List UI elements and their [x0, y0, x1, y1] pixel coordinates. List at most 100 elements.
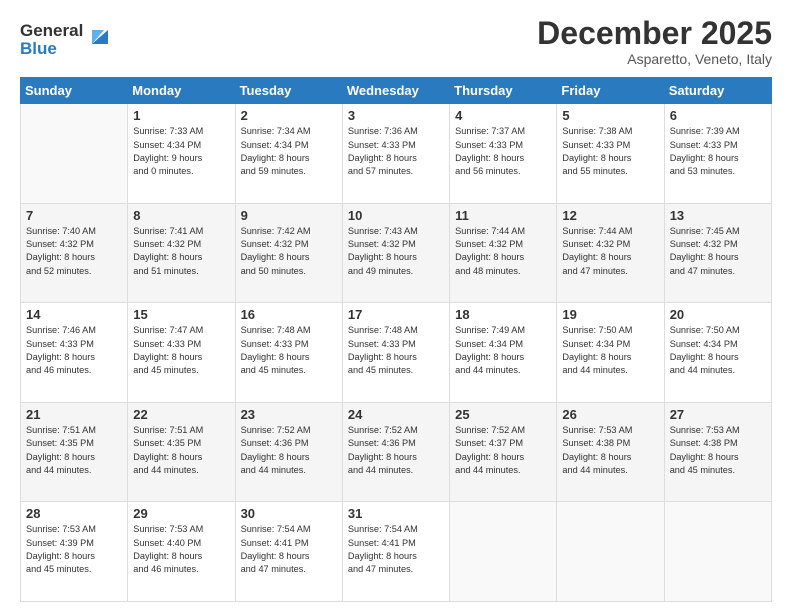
calendar-table: SundayMondayTuesdayWednesdayThursdayFrid… [20, 77, 772, 602]
day-info: Sunrise: 7:36 AMSunset: 4:33 PMDaylight:… [348, 125, 444, 178]
calendar-cell: 25 Sunrise: 7:52 AMSunset: 4:37 PMDayligh… [450, 402, 557, 502]
calendar-cell: 24Sunrise: 7:52 AMSunset: 4:36 PMDayligh… [342, 402, 449, 502]
day-info: Sunrise: 7:53 AMSunset: 4:38 PMDaylight:… [670, 424, 766, 477]
day-number: 27 [670, 407, 766, 422]
day-info: Sunrise: 7:40 AMSunset: 4:32 PMDaylight:… [26, 225, 122, 278]
calendar-cell: 31Sunrise: 7:54 AMSunset: 4:41 PMDayligh… [342, 502, 449, 602]
logo: General Blue [20, 16, 110, 65]
day-number: 29 [133, 506, 229, 521]
day-number: 20 [670, 307, 766, 322]
day-number: 16 [241, 307, 337, 322]
calendar-cell: 3Sunrise: 7:36 AMSunset: 4:33 PMDaylight… [342, 104, 449, 204]
day-info: Sunrise: 7:42 AMSunset: 4:32 PMDaylight:… [241, 225, 337, 278]
svg-text:General: General [20, 21, 83, 40]
day-number: 26 [562, 407, 658, 422]
day-info: Sunrise: 7:34 AMSunset: 4:34 PMDaylight:… [241, 125, 337, 178]
day-info: Sunrise: 7:41 AMSunset: 4:32 PMDaylight:… [133, 225, 229, 278]
weekday-header-tuesday: Tuesday [235, 78, 342, 104]
calendar-cell: 10Sunrise: 7:43 AMSunset: 4:32 PMDayligh… [342, 203, 449, 303]
day-info: Sunrise: 7:39 AMSunset: 4:33 PMDaylight:… [670, 125, 766, 178]
day-info: Sunrise: 7:44 AMSunset: 4:32 PMDaylight:… [562, 225, 658, 278]
calendar-week-4: 21 Sunrise: 7:51 AMSunset: 4:35 PMDayligh… [21, 402, 772, 502]
calendar-cell: 15 Sunrise: 7:47 AMSunset: 4:33 PMDayligh… [128, 303, 235, 403]
day-info: Sunrise: 7:54 AMSunset: 4:41 PMDaylight:… [241, 523, 337, 576]
title-block: December 2025 Asparetto, Veneto, Italy [537, 16, 772, 67]
month-title: December 2025 [537, 16, 772, 51]
location-subtitle: Asparetto, Veneto, Italy [537, 51, 772, 67]
day-number: 4 [455, 108, 551, 123]
day-number: 6 [670, 108, 766, 123]
day-info: Sunrise: 7:50 AMSunset: 4:34 PMDaylight:… [562, 324, 658, 377]
day-info: Sunrise: 7:51 AMSunset: 4:35 PMDaylight:… [26, 424, 122, 477]
day-number: 23 [241, 407, 337, 422]
calendar-cell: 20Sunrise: 7:50 AMSunset: 4:34 PMDayligh… [664, 303, 771, 403]
day-number: 7 [26, 208, 122, 223]
day-number: 2 [241, 108, 337, 123]
page: General Blue December 2025 Asparetto, Ve… [0, 0, 792, 612]
calendar-cell: 14Sunrise: 7:46 AMSunset: 4:33 PMDayligh… [21, 303, 128, 403]
calendar-cell: 2 Sunrise: 7:34 AMSunset: 4:34 PMDaylight… [235, 104, 342, 204]
calendar-week-1: 1 Sunrise: 7:33 AMSunset: 4:34 PMDaylight… [21, 104, 772, 204]
day-info: Sunrise: 7:53 AMSunset: 4:38 PMDaylight:… [562, 424, 658, 477]
svg-text:Blue: Blue [20, 39, 57, 58]
day-number: 5 [562, 108, 658, 123]
calendar-cell: 1 Sunrise: 7:33 AMSunset: 4:34 PMDaylight… [128, 104, 235, 204]
day-info: Sunrise: 7:52 AMSunset: 4:36 PMDaylight:… [241, 424, 337, 477]
calendar-cell: 16 Sunrise: 7:48 AMSunset: 4:33 PMDayligh… [235, 303, 342, 403]
weekday-header-row: SundayMondayTuesdayWednesdayThursdayFrid… [21, 78, 772, 104]
calendar-cell: 12 Sunrise: 7:44 AMSunset: 4:32 PMDayligh… [557, 203, 664, 303]
day-info: Sunrise: 7:33 AMSunset: 4:34 PMDaylight:… [133, 125, 229, 178]
day-info: Sunrise: 7:45 AMSunset: 4:32 PMDaylight:… [670, 225, 766, 278]
calendar-week-5: 28Sunrise: 7:53 AMSunset: 4:39 PMDayligh… [21, 502, 772, 602]
day-info: Sunrise: 7:43 AMSunset: 4:32 PMDaylight:… [348, 225, 444, 278]
calendar-cell: 21 Sunrise: 7:51 AMSunset: 4:35 PMDayligh… [21, 402, 128, 502]
day-info: Sunrise: 7:46 AMSunset: 4:33 PMDaylight:… [26, 324, 122, 377]
day-number: 11 [455, 208, 551, 223]
day-info: Sunrise: 7:49 AMSunset: 4:34 PMDaylight:… [455, 324, 551, 377]
day-info: Sunrise: 7:48 AMSunset: 4:33 PMDaylight:… [241, 324, 337, 377]
calendar-cell: 22 Sunrise: 7:51 AMSunset: 4:35 PMDayligh… [128, 402, 235, 502]
logo-svg: General Blue [20, 16, 110, 60]
weekday-header-saturday: Saturday [664, 78, 771, 104]
day-number: 1 [133, 108, 229, 123]
calendar-cell: 28Sunrise: 7:53 AMSunset: 4:39 PMDayligh… [21, 502, 128, 602]
calendar-cell: 18 Sunrise: 7:49 AMSunset: 4:34 PMDayligh… [450, 303, 557, 403]
day-number: 8 [133, 208, 229, 223]
calendar-cell: 8 Sunrise: 7:41 AMSunset: 4:32 PMDaylight… [128, 203, 235, 303]
calendar-cell: 29 Sunrise: 7:53 AMSunset: 4:40 PMDayligh… [128, 502, 235, 602]
calendar-cell [664, 502, 771, 602]
day-info: Sunrise: 7:53 AMSunset: 4:40 PMDaylight:… [133, 523, 229, 576]
calendar-cell: 17Sunrise: 7:48 AMSunset: 4:33 PMDayligh… [342, 303, 449, 403]
day-number: 9 [241, 208, 337, 223]
weekday-header-sunday: Sunday [21, 78, 128, 104]
calendar-cell: 19Sunrise: 7:50 AMSunset: 4:34 PMDayligh… [557, 303, 664, 403]
day-info: Sunrise: 7:47 AMSunset: 4:33 PMDaylight:… [133, 324, 229, 377]
day-number: 25 [455, 407, 551, 422]
day-number: 17 [348, 307, 444, 322]
day-number: 21 [26, 407, 122, 422]
day-info: Sunrise: 7:51 AMSunset: 4:35 PMDaylight:… [133, 424, 229, 477]
day-number: 31 [348, 506, 444, 521]
calendar-cell: 23 Sunrise: 7:52 AMSunset: 4:36 PMDayligh… [235, 402, 342, 502]
weekday-header-thursday: Thursday [450, 78, 557, 104]
day-number: 12 [562, 208, 658, 223]
day-number: 15 [133, 307, 229, 322]
day-number: 18 [455, 307, 551, 322]
calendar-week-3: 14Sunrise: 7:46 AMSunset: 4:33 PMDayligh… [21, 303, 772, 403]
calendar-cell: 30 Sunrise: 7:54 AMSunset: 4:41 PMDayligh… [235, 502, 342, 602]
calendar-cell: 27 Sunrise: 7:53 AMSunset: 4:38 PMDayligh… [664, 402, 771, 502]
day-number: 13 [670, 208, 766, 223]
weekday-header-friday: Friday [557, 78, 664, 104]
calendar-cell: 26 Sunrise: 7:53 AMSunset: 4:38 PMDayligh… [557, 402, 664, 502]
calendar-week-2: 7 Sunrise: 7:40 AMSunset: 4:32 PMDaylight… [21, 203, 772, 303]
day-number: 22 [133, 407, 229, 422]
calendar-cell: 9 Sunrise: 7:42 AMSunset: 4:32 PMDaylight… [235, 203, 342, 303]
calendar-cell: 4Sunrise: 7:37 AMSunset: 4:33 PMDaylight… [450, 104, 557, 204]
calendar-cell [21, 104, 128, 204]
day-number: 30 [241, 506, 337, 521]
calendar-cell: 13 Sunrise: 7:45 AMSunset: 4:32 PMDayligh… [664, 203, 771, 303]
day-info: Sunrise: 7:52 AMSunset: 4:37 PMDaylight:… [455, 424, 551, 477]
day-info: Sunrise: 7:53 AMSunset: 4:39 PMDaylight:… [26, 523, 122, 576]
calendar-cell [450, 502, 557, 602]
calendar-cell: 7 Sunrise: 7:40 AMSunset: 4:32 PMDaylight… [21, 203, 128, 303]
